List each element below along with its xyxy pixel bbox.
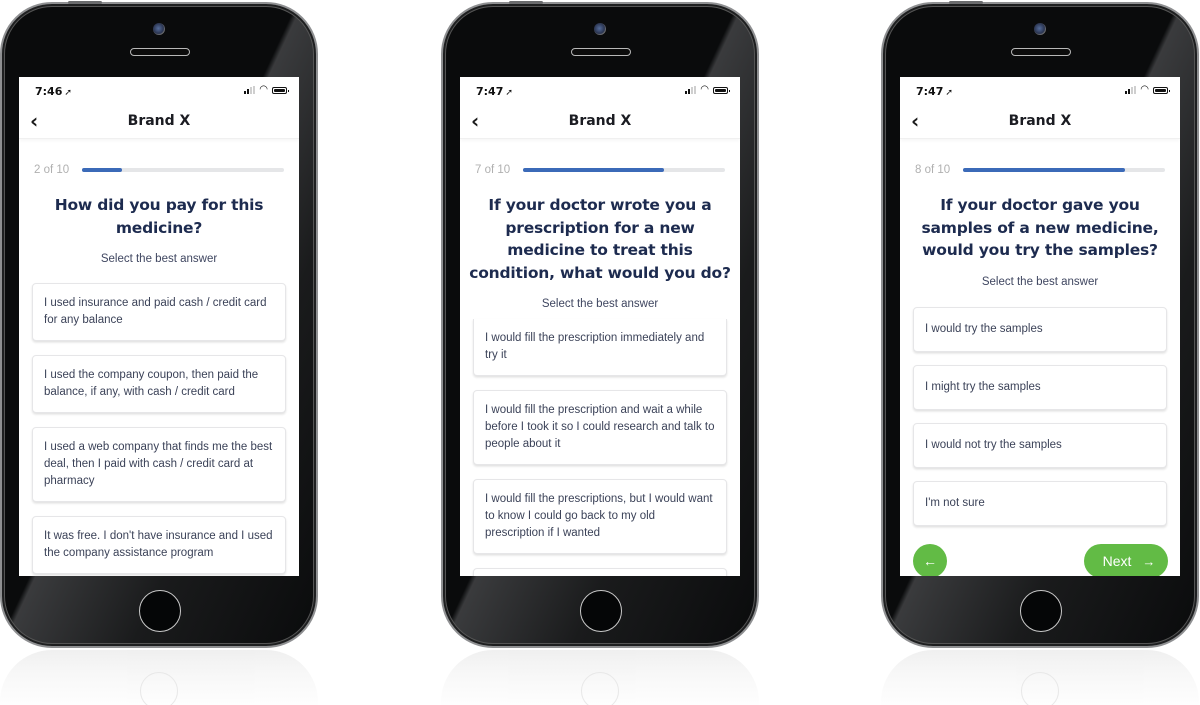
question-title: If your doctor wrote you a prescription … — [469, 196, 731, 282]
status-time-text: 7:46 — [35, 85, 63, 98]
progress-fill — [82, 168, 123, 172]
progress-indicator: 8 of 10 — [900, 163, 1180, 177]
progress-track — [963, 168, 1165, 172]
earpiece-speaker — [1011, 48, 1071, 56]
progress-track — [82, 168, 284, 172]
front-camera — [153, 23, 165, 35]
phone-reflection-1 — [0, 650, 318, 705]
nav-bar: ‹ Brand X — [460, 105, 740, 139]
earpiece-speaker — [571, 48, 631, 56]
next-button[interactable]: Next → — [1084, 544, 1168, 576]
phone-frame-2: 7:47 ➚ ◠ ‹ Brand X 7 of 10 If your doctor… — [441, 1, 759, 648]
question-title: How did you pay for this medicine? — [54, 196, 264, 237]
instruction-text: Select the best answer — [541, 298, 659, 310]
silent-switch — [68, 1, 102, 4]
answer-option[interactable]: I used a web company that finds me the b… — [32, 427, 286, 502]
progress-label: 2 of 10 — [34, 164, 70, 176]
progress-track — [523, 168, 725, 172]
wifi-icon: ◠ — [259, 84, 268, 95]
status-time-text: 7:47 — [916, 85, 944, 98]
phone-screen-2: 7:47 ➚ ◠ ‹ Brand X 7 of 10 If your doctor… — [460, 77, 740, 576]
front-camera — [594, 23, 606, 35]
progress-fill — [523, 168, 665, 172]
phone-screen-3: 7:47 ➚ ◠ ‹ Brand X 8 of 10 If your doctor… — [900, 77, 1180, 576]
status-time: 7:47 ➚ — [476, 85, 513, 98]
progress-label: 7 of 10 — [475, 164, 511, 176]
answer-option[interactable]: I'm not sure — [913, 480, 1167, 526]
answer-option[interactable]: I would not try the samples — [913, 422, 1167, 468]
location-arrow-icon: ➚ — [64, 88, 72, 98]
status-bar: 7:47 ➚ ◠ — [460, 77, 740, 105]
status-bar: 7:46 ➚ ◠ — [19, 77, 299, 105]
nav-title: Brand X — [127, 113, 191, 129]
answer-option[interactable]: It was free. I don't have insurance and … — [32, 516, 286, 574]
answer-option[interactable]: I would try the samples — [913, 306, 1167, 352]
progress-fill — [963, 168, 1125, 172]
home-button — [139, 590, 181, 632]
progress-label: 8 of 10 — [915, 164, 951, 176]
nav-title: Brand X — [568, 113, 632, 129]
nav-title: Brand X — [1008, 113, 1072, 129]
arrow-left-icon: ← — [923, 553, 937, 569]
answer-options: I would try the samples I might try the … — [913, 306, 1167, 526]
progress-indicator: 7 of 10 — [460, 163, 740, 177]
question-title: If your doctor gave you samples of a new… — [921, 196, 1159, 259]
answer-option[interactable]: I would fill the prescriptions, but I wo… — [473, 479, 727, 554]
earpiece-speaker — [130, 48, 190, 56]
silent-switch — [949, 1, 983, 4]
previous-button[interactable]: ← — [913, 544, 947, 576]
location-arrow-icon: ➚ — [945, 88, 953, 98]
answer-option-partial[interactable] — [473, 568, 727, 576]
status-bar: 7:47 ➚ ◠ — [900, 77, 1180, 105]
arrow-right-icon: → — [1142, 553, 1156, 569]
battery-icon — [1153, 86, 1170, 94]
phone-reflection-2 — [441, 650, 759, 705]
phone-reflection-3 — [881, 650, 1199, 705]
answer-option[interactable]: I would fill the prescription immediatel… — [473, 319, 727, 376]
phone-screen-1: 7:46 ➚ ◠ ‹ Brand X 2 of 10 How did you pa… — [19, 77, 299, 576]
next-button-label: Next — [1102, 553, 1132, 569]
phone-frame-1: 7:46 ➚ ◠ ‹ Brand X 2 of 10 How did you pa… — [0, 1, 318, 648]
signal-icon — [1125, 86, 1137, 94]
progress-indicator: 2 of 10 — [19, 163, 299, 177]
instruction-text: Select the best answer — [100, 253, 218, 265]
status-icons: ◠ — [244, 84, 289, 95]
battery-icon — [272, 86, 289, 94]
home-button — [1020, 590, 1062, 632]
status-time-text: 7:47 — [476, 85, 504, 98]
nav-bar: ‹ Brand X — [900, 105, 1180, 139]
signal-icon — [244, 86, 256, 94]
battery-icon — [713, 86, 730, 94]
answer-options: I used insurance and paid cash / credit … — [32, 283, 286, 576]
status-icons: ◠ — [1125, 84, 1170, 95]
answer-option[interactable]: I would fill the prescription and wait a… — [473, 390, 727, 465]
status-time: 7:46 ➚ — [35, 85, 72, 98]
front-camera — [1034, 23, 1046, 35]
signal-icon — [685, 86, 697, 94]
wifi-icon: ◠ — [700, 84, 709, 95]
question-navigation: ← Next → — [900, 544, 1180, 576]
answer-option[interactable]: I used insurance and paid cash / credit … — [32, 283, 286, 341]
location-arrow-icon: ➚ — [505, 88, 513, 98]
answer-option[interactable]: I might try the samples — [913, 364, 1167, 410]
status-icons: ◠ — [685, 84, 730, 95]
answer-options: I would fill the prescription immediatel… — [473, 319, 727, 576]
silent-switch — [509, 1, 543, 4]
home-button — [580, 590, 622, 632]
nav-bar: ‹ Brand X — [19, 105, 299, 139]
status-time: 7:47 ➚ — [916, 85, 953, 98]
wifi-icon: ◠ — [1140, 84, 1149, 95]
phone-frame-3: 7:47 ➚ ◠ ‹ Brand X 8 of 10 If your doctor… — [881, 1, 1199, 648]
answer-option[interactable]: I used the company coupon, then paid the… — [32, 355, 286, 413]
instruction-text: Select the best answer — [981, 275, 1099, 288]
